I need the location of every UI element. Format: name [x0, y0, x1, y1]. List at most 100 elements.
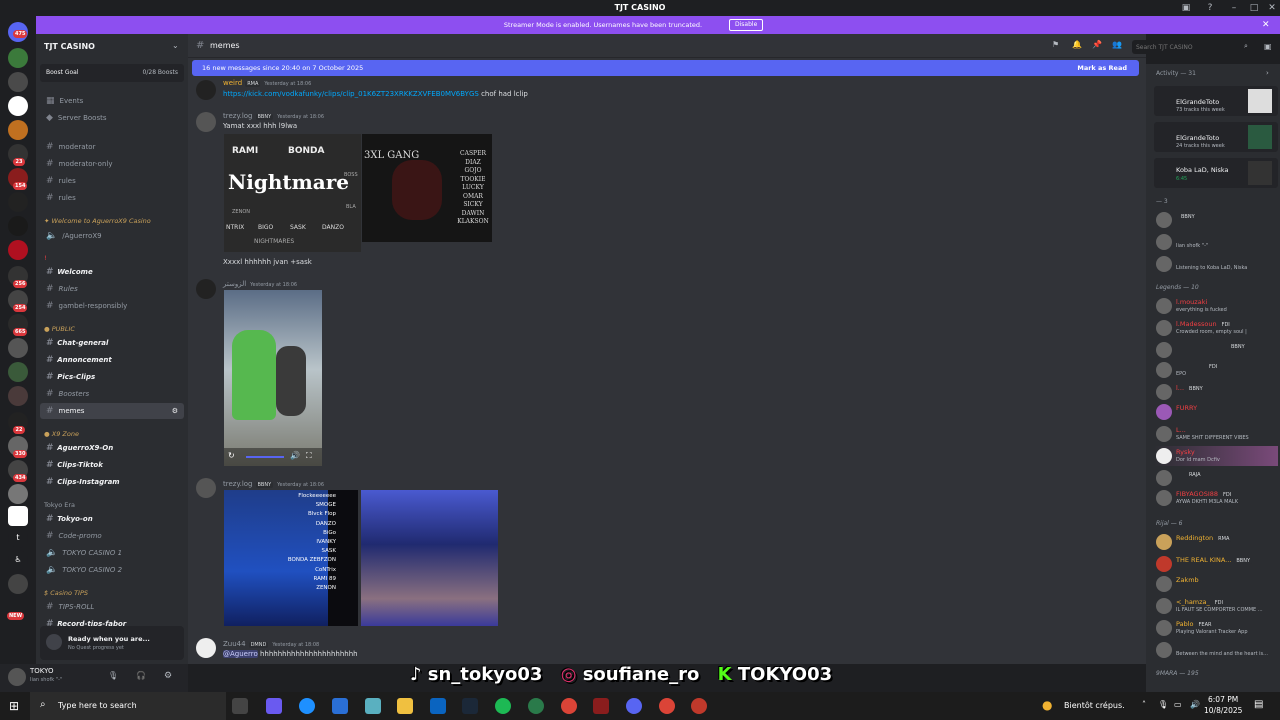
chevron-down-icon[interactable]: ⌄	[172, 41, 179, 50]
member-item[interactable]: <_hamza_ FDI IL FAUT SE COMPORTER COMME ..…	[1154, 596, 1278, 616]
inbox-icon[interactable]: ▣	[1264, 42, 1272, 51]
avatar[interactable]	[196, 80, 216, 100]
channel-moderator-only[interactable]: # moderator-only	[40, 156, 184, 172]
bell-icon[interactable]: 🔔	[1072, 40, 1082, 49]
channel-aguerro-on[interactable]: # AguerroX9-On	[40, 440, 184, 456]
server-boosts-item[interactable]: ◆ Server Boosts	[40, 110, 184, 126]
chevron-right-icon[interactable]: ›	[1266, 69, 1269, 77]
task-view-icon[interactable]	[232, 698, 248, 714]
category-x9[interactable]: ● X9 Zone	[44, 430, 79, 438]
attachment-image[interactable]: Flockeeeeeee SMOGE Blvck Flop DANZO BiGo IVAN…	[224, 490, 358, 626]
settings-icon[interactable]: ⚙	[164, 671, 172, 681]
new-messages-bar[interactable]: 16 new messages since 20:40 on 7 October…	[192, 60, 1139, 76]
message-author[interactable]: trezy.log BBNY Yesterday at 18:06	[223, 112, 324, 120]
search-box[interactable]: ⌕	[1132, 40, 1256, 54]
tray-chevron-icon[interactable]: ˄	[1142, 700, 1146, 709]
avatar[interactable]	[196, 112, 216, 132]
outlook-icon[interactable]	[430, 698, 446, 714]
file-explorer-icon[interactable]	[397, 698, 413, 714]
member-item[interactable]: Zakmb	[1154, 574, 1278, 594]
channel-welcome[interactable]: # Welcome	[40, 264, 184, 280]
activity-card[interactable]: ElGrandeToto 24 tracks this week	[1154, 122, 1278, 152]
video-attachment[interactable]: ↻ 🔊 ⛶	[224, 290, 322, 466]
spotify-icon[interactable]	[495, 698, 511, 714]
weather-text[interactable]: Bientôt crépus.	[1064, 701, 1125, 710]
disable-streamer-button[interactable]: Disable	[729, 19, 764, 31]
channel-clips-tiktok[interactable]: # Clips-Tiktok	[40, 457, 184, 473]
windows-start-icon[interactable]: ⊞	[9, 699, 19, 713]
server-icon[interactable]	[8, 96, 28, 116]
volume-icon[interactable]: 🔊	[290, 451, 300, 460]
voice-aguerro[interactable]: 🔈 /AguerroX9	[40, 228, 184, 244]
member-item[interactable]: l.Madessoun FDI Crowded room, empty soul |	[1154, 318, 1278, 338]
channel-rules[interactable]: # rules	[40, 173, 184, 189]
server-icon[interactable]	[8, 574, 28, 594]
member-item[interactable]: l.mouzaki everything is fucked	[1154, 296, 1278, 316]
close-icon[interactable]: ✕	[1262, 20, 1270, 30]
copilot-icon[interactable]	[266, 698, 282, 714]
chrome-icon[interactable]	[561, 698, 577, 714]
member-item[interactable]: Pablo FEAR Playing Valorant Tracker App	[1154, 618, 1278, 638]
server-name[interactable]: TJT CASINO	[44, 42, 95, 51]
settings-icon[interactable]: ⚙	[172, 403, 178, 419]
member-item[interactable]: l... BBNY	[1154, 382, 1278, 402]
channel-tips-roll[interactable]: # TIPS-ROLL	[40, 599, 184, 615]
close-icon[interactable]: ✕	[1266, 2, 1278, 14]
member-item[interactable]: Between the mind and the heart is...	[1154, 640, 1278, 660]
member-item[interactable]: L... SAME SHIT DIFFERENT VIBES	[1154, 424, 1278, 444]
server-icon[interactable]	[8, 484, 28, 504]
server-icon[interactable]	[8, 386, 28, 406]
category-welcome[interactable]: ✦ Welcome to AguerroX9 Casino	[44, 217, 151, 225]
replay-icon[interactable]: ↻	[228, 451, 235, 460]
member-item[interactable]: Iian shofk "-"	[1154, 232, 1278, 252]
members-icon[interactable]: 👥	[1112, 40, 1122, 49]
avatar[interactable]	[196, 478, 216, 498]
boost-goal[interactable]: Boost Goal 0/28 Boosts	[40, 64, 184, 82]
message-author[interactable]: weird RMA Yesterday at 18:06	[223, 79, 311, 87]
app-icon[interactable]	[528, 698, 544, 714]
fullscreen-icon[interactable]: ⛶	[306, 451, 312, 461]
voice-tokyo-casino-1[interactable]: 🔈 TOKYO CASINO 1	[40, 545, 184, 561]
events-item[interactable]: ▦ Events	[40, 93, 184, 109]
quest-card[interactable]: Ready when you are... No Quest progress …	[40, 626, 184, 660]
inbox-icon[interactable]: ▣	[1180, 2, 1192, 14]
store-icon[interactable]	[332, 698, 348, 714]
weather-icon[interactable]: ●	[1042, 698, 1052, 712]
message-author[interactable]: الزوستر Yesterday at 18:06	[223, 280, 297, 288]
channel-boosters[interactable]: # Boosters	[40, 386, 184, 402]
server-icon[interactable]	[8, 506, 28, 526]
clock-time[interactable]: 6:07 PM	[1208, 695, 1238, 704]
channel-code-promo[interactable]: # Code-promo	[40, 528, 184, 544]
chrome-icon[interactable]	[659, 698, 675, 714]
channel-rules[interactable]: # rules	[40, 190, 184, 206]
app-icon[interactable]	[365, 698, 381, 714]
server-icon[interactable]	[8, 72, 28, 92]
maximize-icon[interactable]: □	[1248, 2, 1260, 14]
headphones-icon[interactable]: 🎧	[136, 671, 146, 680]
pin-icon[interactable]: 📌	[1092, 40, 1102, 49]
attachment-image[interactable]: RAMI BONDA Nightmare NTRIX BIGO SASK DAN…	[224, 134, 361, 252]
mark-as-read-button[interactable]: Mark as Read	[1077, 64, 1127, 72]
avatar[interactable]	[8, 668, 26, 686]
edge-icon[interactable]	[299, 698, 315, 714]
channel-moderator[interactable]: # moderator	[40, 139, 184, 155]
activity-card[interactable]: Koba LaD, Niska 6:45	[1154, 158, 1278, 188]
attachment-image[interactable]	[361, 490, 498, 626]
server-icon[interactable]	[8, 362, 28, 382]
channel-rules-2[interactable]: # Rules	[40, 281, 184, 297]
threads-icon[interactable]: ⚑	[1052, 40, 1059, 49]
avatar[interactable]	[196, 638, 216, 658]
accessibility-icon[interactable]: ♿	[8, 550, 28, 570]
server-icon[interactable]	[8, 338, 28, 358]
channel-clips-instagram[interactable]: # Clips-Instagram	[40, 474, 184, 490]
member-item[interactable]: BBNY	[1154, 210, 1278, 230]
channel-chat-general[interactable]: # Chat-general	[40, 335, 184, 351]
channel-annoncement[interactable]: # Annoncement	[40, 352, 184, 368]
message-author[interactable]: Zuu44 DMND Yesterday at 18:08	[223, 640, 319, 648]
member-item[interactable]: BBNY	[1154, 340, 1278, 360]
member-item[interactable]: THE REAL KINA... BBNY	[1154, 554, 1278, 574]
category-tips[interactable]: $ Casino TIPS	[44, 589, 88, 597]
mic-icon[interactable]: 🎙	[108, 671, 118, 680]
discord-icon[interactable]	[626, 698, 642, 714]
steam-icon[interactable]	[462, 698, 478, 714]
